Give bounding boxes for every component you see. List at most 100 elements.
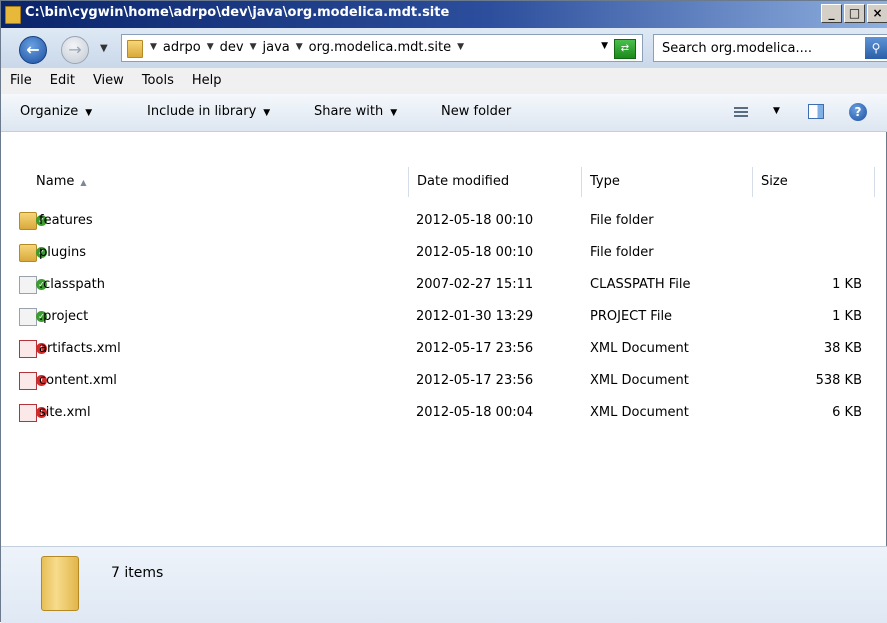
xml-file-icon: ! — [19, 340, 47, 358]
file-date: 2012-05-18 00:10 — [416, 213, 534, 228]
address-row: ← → ▼ ▼ adrpo ▼ dev ▼ java ▼ org.modelic… — [1, 28, 887, 68]
file-icon: ✓ — [19, 276, 47, 294]
recent-pages-dropdown[interactable]: ▼ — [100, 43, 108, 54]
breadcrumb-item[interactable]: dev — [220, 40, 244, 55]
folder-icon: ✓ — [19, 212, 47, 230]
file-date: 2012-05-18 00:10 — [416, 245, 534, 260]
column-header-name[interactable]: Name ▲ — [28, 167, 409, 197]
file-type: XML Document — [590, 405, 689, 420]
list-item[interactable]: ✓ .classpath 2007-02-27 15:11 CLASSPATH … — [1, 269, 887, 301]
file-name: features — [39, 213, 93, 228]
list-item[interactable]: ✓ features 2012-05-18 00:10 File folder — [1, 205, 887, 237]
column-header-type[interactable]: Type — [582, 167, 753, 197]
help-icon[interactable]: ? — [849, 103, 867, 121]
maximize-button[interactable]: □ — [844, 4, 865, 23]
organize-button[interactable]: Organize ▼ — [20, 104, 92, 119]
details-pane: 7 items — [1, 546, 887, 623]
file-size — [761, 237, 862, 269]
column-headers: Name ▲ Date modified Type Size — [1, 167, 887, 197]
file-size: 1 KB — [832, 277, 862, 292]
list-item[interactable]: ! site.xml 2012-05-18 00:04 XML Document… — [1, 397, 887, 429]
chevron-down-icon: ▼ — [390, 108, 398, 118]
folder-icon — [5, 6, 21, 24]
column-header-date-modified[interactable]: Date modified — [409, 167, 582, 197]
organize-label: Organize — [20, 104, 79, 119]
file-name: artifacts.xml — [39, 341, 121, 356]
list-item[interactable]: ! content.xml 2012-05-17 23:56 XML Docum… — [1, 365, 887, 397]
address-bar[interactable]: ▼ adrpo ▼ dev ▼ java ▼ org.modelica.mdt.… — [121, 34, 643, 62]
column-date-label: Date modified — [417, 174, 510, 189]
search-icon[interactable]: ⚲ — [865, 37, 887, 59]
file-icon: ✓ — [19, 308, 47, 326]
include-in-library-button[interactable]: Include in library ▼ — [147, 104, 270, 119]
include-in-library-label: Include in library — [147, 104, 257, 119]
file-name: .project — [39, 309, 89, 324]
folder-icon: ✓ — [19, 244, 47, 262]
menu-tools[interactable]: Tools — [133, 68, 183, 94]
explorer-window: C:\bin\cygwin\home\adrpo\dev\java\org.mo… — [0, 0, 887, 623]
xml-file-icon: ! — [19, 404, 47, 422]
chevron-down-icon[interactable]: ▼ — [457, 42, 464, 55]
menu-file[interactable]: File — [1, 68, 41, 94]
file-type: XML Document — [590, 341, 689, 356]
window-title: C:\bin\cygwin\home\adrpo\dev\java\org.mo… — [25, 5, 450, 20]
forward-button[interactable]: → — [61, 36, 89, 64]
menu-view[interactable]: View — [84, 68, 133, 94]
chevron-down-icon[interactable]: ▼ — [250, 42, 257, 55]
file-size — [761, 205, 862, 237]
breadcrumb: ▼ adrpo ▼ dev ▼ java ▼ org.modelica.mdt.… — [150, 40, 464, 55]
chevron-down-icon[interactable]: ▼ — [150, 42, 157, 55]
file-list: ✓ features 2012-05-18 00:10 File folder … — [1, 205, 887, 429]
address-history-dropdown[interactable]: ▼ — [601, 41, 608, 51]
search-placeholder: Search org.modelica.... — [662, 41, 812, 56]
column-header-size[interactable]: Size — [753, 167, 875, 197]
column-name-label: Name — [36, 174, 75, 189]
preview-pane-icon[interactable] — [808, 104, 824, 119]
chevron-down-icon: ▼ — [85, 108, 93, 118]
list-item[interactable]: ✓ plugins 2012-05-18 00:10 File folder — [1, 237, 887, 269]
folder-icon — [127, 40, 143, 58]
column-type-label: Type — [590, 174, 620, 189]
file-date: 2012-05-17 23:56 — [416, 341, 534, 356]
xml-file-icon: ! — [19, 372, 47, 390]
new-folder-button[interactable]: New folder — [441, 104, 511, 119]
back-button[interactable]: ← — [19, 36, 47, 64]
chevron-down-icon[interactable]: ▼ — [296, 42, 303, 55]
breadcrumb-item[interactable]: java — [263, 40, 290, 55]
breadcrumb-item[interactable]: org.modelica.mdt.site — [309, 40, 451, 55]
file-name: plugins — [39, 245, 86, 260]
list-item[interactable]: ! artifacts.xml 2012-05-17 23:56 XML Doc… — [1, 333, 887, 365]
title-bar[interactable]: C:\bin\cygwin\home\adrpo\dev\java\org.mo… — [1, 1, 887, 28]
file-name: .classpath — [39, 277, 105, 292]
menu-help[interactable]: Help — [183, 68, 231, 94]
share-with-label: Share with — [314, 104, 384, 119]
share-with-button[interactable]: Share with ▼ — [314, 104, 397, 119]
breadcrumb-item[interactable]: adrpo — [163, 40, 201, 55]
menu-edit[interactable]: Edit — [41, 68, 84, 94]
item-count: 7 items — [111, 565, 164, 581]
file-type: File folder — [590, 245, 654, 260]
file-type: File folder — [590, 213, 654, 228]
chevron-down-icon[interactable]: ▼ — [207, 42, 214, 55]
file-type: XML Document — [590, 373, 689, 388]
file-date: 2012-05-17 23:56 — [416, 373, 534, 388]
close-button[interactable]: × — [867, 4, 887, 23]
view-options-icon[interactable] — [734, 105, 748, 119]
column-size-label: Size — [761, 174, 788, 189]
command-bar: Organize ▼ Include in library ▼ Share with… — [1, 94, 887, 132]
sort-ascending-icon: ▲ — [80, 178, 87, 187]
list-item[interactable]: ✓ .project 2012-01-30 13:29 PROJECT File… — [1, 301, 887, 333]
minimize-button[interactable]: _ — [821, 4, 842, 23]
refresh-icon[interactable]: ⇄ — [614, 39, 636, 59]
file-date: 2007-02-27 15:11 — [416, 277, 534, 292]
file-name: site.xml — [39, 405, 91, 420]
chevron-down-icon[interactable]: ▼ — [773, 106, 780, 116]
file-date: 2012-05-18 00:04 — [416, 405, 534, 420]
file-type: CLASSPATH File — [590, 277, 691, 292]
search-input[interactable]: Search org.modelica.... ⚲ — [653, 34, 887, 62]
file-size: 538 KB — [815, 373, 862, 388]
file-date: 2012-01-30 13:29 — [416, 309, 534, 324]
chevron-down-icon: ▼ — [263, 108, 271, 118]
window-controls: _ □ × — [821, 4, 887, 23]
file-size: 6 KB — [832, 405, 862, 420]
